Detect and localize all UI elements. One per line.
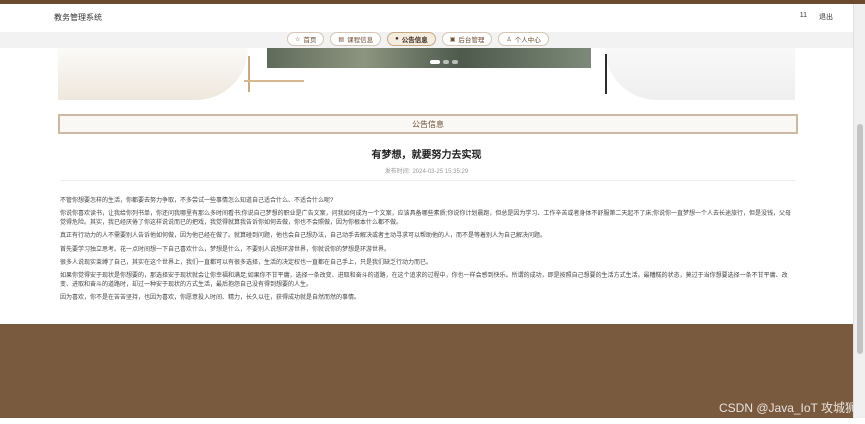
content-area: 公告信息 有梦想，就要努力去实现 发布时间: 2024-03-25 15:35:2… xyxy=(0,102,853,324)
decor-line xyxy=(605,54,607,94)
nav-courses[interactable]: ▤ 课程信息 xyxy=(330,32,382,46)
star-icon: ☆ xyxy=(295,36,301,43)
article-title: 有梦想，就要努力去实现 xyxy=(371,150,482,161)
nav-announcements[interactable]: ● 公告信息 xyxy=(387,32,436,46)
meta-label: 发布时间: xyxy=(384,169,411,175)
main-nav: ☆ 首页 ▤ 课程信息 ● 公告信息 ▣ 后台管理 ♙ 个人中心 xyxy=(0,32,853,48)
nav-profile[interactable]: ♙ 个人中心 xyxy=(498,32,549,46)
carousel-dot[interactable] xyxy=(430,60,440,64)
nav-label: 公告信息 xyxy=(401,37,428,44)
carousel-dot[interactable] xyxy=(443,60,449,64)
article-paragraph: 首先要学习独立思考。花一点时间想一下自己喜欢什么，梦想是什么，不要别人说想环游世… xyxy=(60,246,391,253)
scrollbar[interactable] xyxy=(853,4,865,418)
nav-admin[interactable]: ▣ 后台管理 xyxy=(441,32,493,46)
watermark: CSDN @Java_IoT 攻城狮 xyxy=(719,401,857,415)
article-paragraph: 因为喜欢，你不是在苦苦坚持，也因为喜欢，你愿意投入时间、精力，长久以往，获得成功… xyxy=(60,295,361,302)
nav-label: 课程信息 xyxy=(347,37,374,44)
site-brand[interactable]: 教务管理系统 xyxy=(54,12,102,23)
nav-label: 个人中心 xyxy=(514,37,541,44)
carousel-slide-main[interactable] xyxy=(267,48,591,68)
bottom-edge xyxy=(0,418,865,424)
article-meta: 发布时间: 2024-03-25 15:35:29 xyxy=(0,166,853,175)
article-paragraph: 真正有行动力的人不需要别人告诉他如何做，因为他已经在做了。就算碰到问题，他也会自… xyxy=(60,233,547,240)
user-icon: ♙ xyxy=(506,36,512,43)
article-body: 不管你想要怎样的生活，你都要去努力争取，不多尝试一些事情怎么知道自己适合什么、不… xyxy=(60,197,796,308)
divider xyxy=(60,180,796,181)
book-icon: ▤ xyxy=(338,36,345,43)
username[interactable]: 11 xyxy=(800,12,807,19)
info-icon: ● xyxy=(395,36,399,42)
nav-home[interactable]: ☆ 首页 xyxy=(287,32,325,46)
carousel-slide-right[interactable] xyxy=(605,48,795,100)
decor-line xyxy=(248,56,250,92)
carousel-dot[interactable] xyxy=(452,60,458,64)
scrollbar-thumb[interactable] xyxy=(857,124,863,354)
carousel xyxy=(0,48,853,102)
logout-link[interactable]: 退出 xyxy=(819,12,833,22)
admin-icon: ▣ xyxy=(449,36,456,43)
carousel-slide-left[interactable] xyxy=(58,48,304,100)
nav-label: 首页 xyxy=(303,37,317,44)
nav-label: 后台管理 xyxy=(458,37,485,44)
section-title: 公告信息 xyxy=(58,114,798,134)
publish-date: 2024-03-25 15:35:29 xyxy=(412,169,469,175)
header: 教务管理系统 11 退出 xyxy=(0,4,853,32)
article-paragraph: 很多人说现实束缚了自己，其实在这个世界上，我们一直都可以有很多选择，生活的决定权… xyxy=(60,260,433,267)
carousel-dots xyxy=(430,60,458,64)
decor-line xyxy=(244,80,304,82)
article-paragraph: 不管你想要怎样的生活，你都要去努力争取，不多尝试一些事情怎么知道自己适合什么、不… xyxy=(60,198,334,204)
article-paragraph: 你说你喜欢读书，让我给你列书单，你还问我哪里有那么多时间看书;你说自己梦想的职业… xyxy=(60,211,792,226)
article-paragraph: 如果你觉得安于现状是你想要的，那选择安于现状就会让你幸福和满足;如果你不甘平庸，… xyxy=(60,273,788,288)
